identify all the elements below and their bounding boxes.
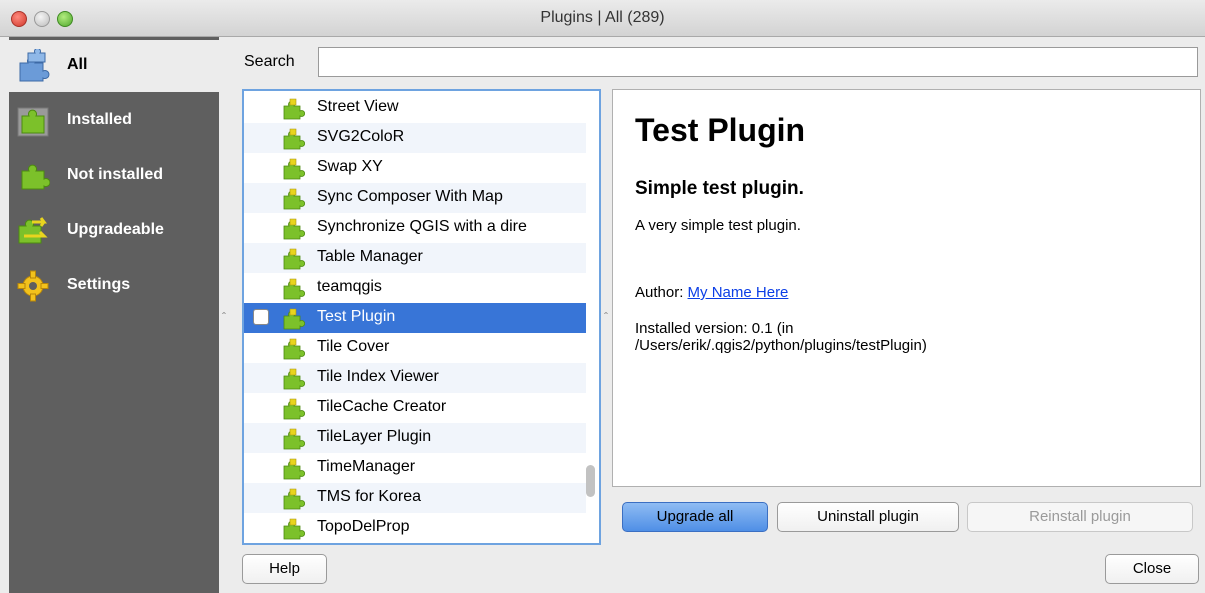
plugin-author: Author: My Name Here bbox=[635, 284, 788, 301]
search-label: Search bbox=[244, 53, 295, 70]
puzzle-icon bbox=[283, 248, 305, 270]
list-item[interactable]: Street View bbox=[244, 93, 586, 123]
plugin-description: A very simple test plugin. bbox=[635, 217, 801, 234]
list-item-label: Swap XY bbox=[317, 158, 383, 175]
author-label: Author: bbox=[635, 284, 684, 301]
plugin-title: Test Plugin bbox=[635, 112, 806, 148]
list-item-label: TileLayer Plugin bbox=[317, 428, 432, 445]
sidebar: All Installed Not installed Upgradeable bbox=[9, 37, 219, 593]
list-item[interactable]: Table Manager bbox=[244, 243, 586, 273]
list-item-label: TimeManager bbox=[317, 458, 416, 475]
sidebar-item-label: Upgradeable bbox=[67, 221, 164, 238]
puzzle-icon bbox=[283, 308, 305, 330]
sidebar-item-installed[interactable]: Installed bbox=[9, 95, 219, 147]
puzzle-icon bbox=[283, 218, 305, 240]
list-item-label: Table Manager bbox=[317, 248, 423, 265]
list-item-label: Street View bbox=[317, 98, 399, 115]
plugin-detail-panel: Test Plugin Simple test plugin. A very s… bbox=[612, 89, 1201, 487]
puzzle-icon bbox=[283, 338, 305, 360]
list-item[interactable]: TileLayer Plugin bbox=[244, 423, 586, 453]
list-item-label: Tile Index Viewer bbox=[317, 368, 439, 385]
puzzle-icon bbox=[283, 128, 305, 150]
puzzle-icon bbox=[283, 368, 305, 390]
plugin-checkbox[interactable] bbox=[253, 309, 269, 325]
search-input[interactable] bbox=[318, 47, 1198, 77]
installed-version: Installed version: 0.1 (in /Users/erik/.… bbox=[635, 320, 1175, 354]
author-link[interactable]: My Name Here bbox=[688, 284, 789, 301]
list-item[interactable]: Tile Cover bbox=[244, 333, 586, 363]
plugin-subtitle: Simple test plugin. bbox=[635, 178, 804, 199]
puzzle-icon bbox=[283, 398, 305, 420]
list-item-label: TMS for Korea bbox=[317, 488, 422, 505]
list-item[interactable]: Tile Index Viewer bbox=[244, 363, 586, 393]
splitter-handle-right[interactable]: ˆ bbox=[604, 310, 608, 324]
puzzle-installed-icon bbox=[17, 107, 49, 137]
list-item-label: Test Plugin bbox=[317, 308, 396, 325]
sidebar-item-label: Settings bbox=[67, 276, 131, 293]
sidebar-item-label: All bbox=[67, 56, 88, 73]
list-item[interactable]: TMS for Korea bbox=[244, 483, 586, 513]
puzzle-icon bbox=[283, 188, 305, 210]
plugin-list[interactable]: Street View SVG2ColoR Swap XY Sync Composer… bbox=[242, 89, 601, 545]
list-item[interactable]: TopoDelProp bbox=[244, 513, 586, 543]
puzzle-icon bbox=[283, 98, 305, 120]
list-scrollbar-thumb[interactable] bbox=[586, 465, 595, 497]
sidebar-item-upgradeable[interactable]: Upgradeable bbox=[9, 205, 219, 257]
list-item-label: Sync Composer With Map bbox=[317, 188, 503, 205]
puzzle-icon bbox=[283, 278, 305, 300]
installed-path-line: /Users/erik/.qgis2/python/plugins/testPl… bbox=[635, 337, 927, 354]
list-item-label: teamqgis bbox=[317, 278, 382, 295]
list-item[interactable]: TimeManager bbox=[244, 453, 586, 483]
sidebar-item-settings[interactable]: Settings bbox=[9, 260, 219, 312]
list-item[interactable]: teamqgis bbox=[244, 273, 586, 303]
list-item[interactable]: Swap XY bbox=[244, 153, 586, 183]
plugins-window: Plugins | All (289) All Installed Not in… bbox=[0, 0, 1205, 593]
sidebar-item-all[interactable]: All bbox=[9, 40, 219, 92]
list-item-label: TileCache Creator bbox=[317, 398, 447, 415]
window-title: Plugins | All (289) bbox=[540, 9, 665, 26]
list-item-label: TopoDelProp bbox=[317, 518, 410, 535]
upgrade-all-button[interactable]: Upgrade all bbox=[622, 502, 768, 532]
sidebar-item-label: Installed bbox=[67, 111, 132, 128]
list-item[interactable]: SVG2ColoR bbox=[244, 123, 586, 153]
list-item[interactable]: Sync Composer With Map bbox=[244, 183, 586, 213]
help-button[interactable]: Help bbox=[242, 554, 327, 584]
puzzle-icon bbox=[283, 428, 305, 450]
puzzle-icon bbox=[283, 518, 305, 540]
puzzle-icon bbox=[283, 158, 305, 180]
list-item-label: SVG2ColoR bbox=[317, 128, 405, 145]
list-item[interactable]: Synchronize QGIS with a dire bbox=[244, 213, 586, 243]
uninstall-plugin-button[interactable]: Uninstall plugin bbox=[777, 502, 959, 532]
puzzle-green-icon bbox=[21, 164, 50, 190]
puzzle-icon bbox=[283, 488, 305, 510]
close-button[interactable]: Close bbox=[1105, 554, 1199, 584]
puzzle-icon bbox=[283, 458, 305, 480]
sidebar-item-label: Not installed bbox=[67, 166, 164, 183]
list-item-selected[interactable]: Test Plugin bbox=[244, 303, 586, 333]
puzzle-upgrade-icon bbox=[18, 217, 48, 244]
sidebar-item-not-installed[interactable]: Not installed bbox=[9, 150, 219, 202]
splitter-handle-left[interactable]: ˆ bbox=[222, 310, 226, 324]
gear-icon bbox=[17, 270, 49, 302]
installed-version-line: Installed version: 0.1 (in bbox=[635, 320, 794, 337]
list-item-label: Synchronize QGIS with a dire bbox=[317, 218, 527, 235]
list-item-label: Tile Cover bbox=[317, 338, 390, 355]
title-bar[interactable]: Plugins | All (289) bbox=[0, 0, 1205, 37]
reinstall-plugin-button[interactable]: Reinstall plugin bbox=[967, 502, 1193, 532]
puzzle-blue-icon bbox=[19, 49, 50, 82]
list-item[interactable]: TileCache Creator bbox=[244, 393, 586, 423]
